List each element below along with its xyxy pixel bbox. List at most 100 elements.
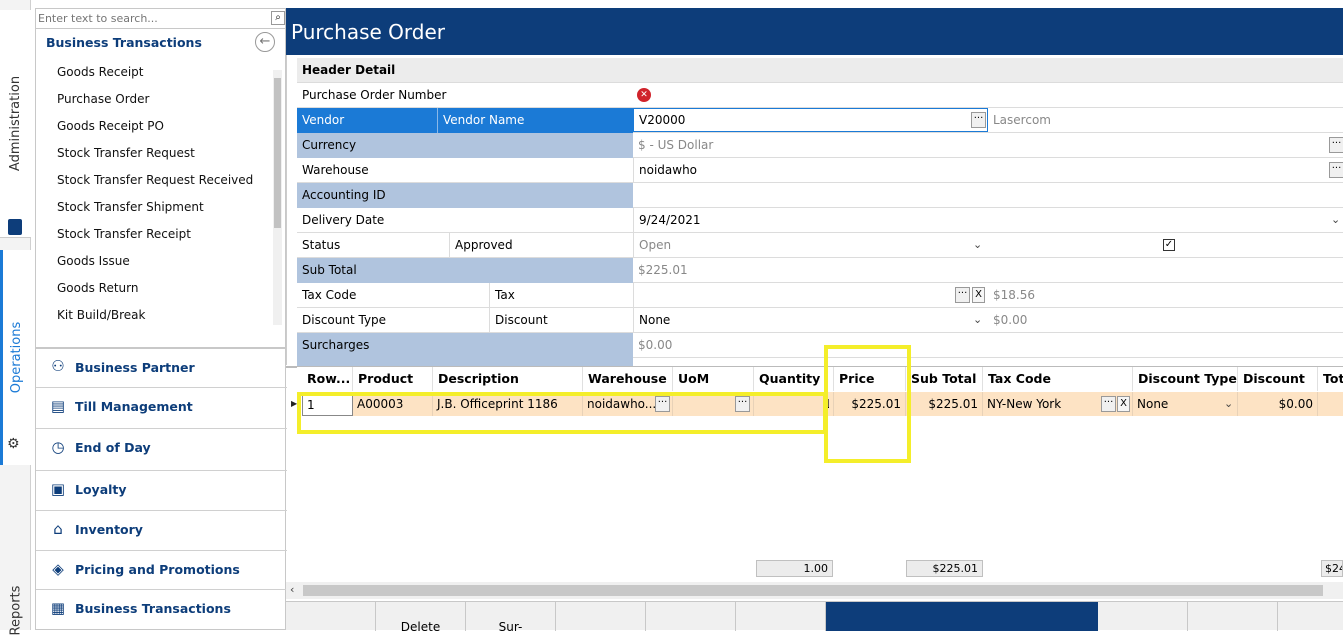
delete-button[interactable]: Delete [376, 602, 466, 634]
subtotal-label: Sub Total [297, 258, 633, 283]
nav-scrollbar[interactable] [273, 70, 282, 325]
discount-label: Discount [489, 308, 633, 333]
section-loyalty[interactable]: ▣ Loyalty [36, 470, 287, 508]
row-subtotal: Sub Total $225.01 [297, 258, 1343, 283]
total-subtotal: $225.01 [906, 560, 983, 577]
primary-action-button[interactable] [826, 602, 1098, 631]
section-label: Pricing and Promotions [75, 562, 240, 577]
status-select[interactable]: Open [633, 233, 988, 258]
surcharges-button[interactable]: Sur- [466, 602, 556, 634]
cell-discount-type[interactable]: None [1133, 392, 1238, 416]
search-input[interactable] [38, 10, 268, 27]
vendor-name-field[interactable]: Lasercom [988, 108, 1051, 133]
section-pricing-and-promotions[interactable]: ◈ Pricing and Promotions [36, 550, 287, 588]
nav-item-goods-return[interactable]: Goods Return [57, 281, 139, 295]
section-end-of-day[interactable]: ◷ End of Day [36, 428, 287, 466]
tab-operations[interactable]: Operations [0, 250, 31, 465]
grid-horizontal-scrollbar[interactable]: ‹ [286, 582, 1343, 599]
header-detail-title: Header Detail [302, 63, 396, 77]
cell-tax-code-clear-button[interactable]: X [1117, 396, 1130, 412]
action-button[interactable] [646, 602, 736, 631]
discount-type-label: Discount Type [302, 313, 387, 327]
col-header-description[interactable]: Description [433, 367, 583, 391]
tax-code-clear-button[interactable]: X [972, 287, 985, 303]
nav-item-goods-receipt-po[interactable]: Goods Receipt PO [57, 119, 164, 133]
currency-field[interactable]: $ - US Dollar [633, 133, 713, 158]
col-header-total[interactable]: Tot [1318, 367, 1343, 391]
tax-code-field[interactable] [633, 283, 988, 308]
subtotal-field: $225.01 [638, 263, 688, 277]
col-header-row[interactable]: Row... [302, 367, 353, 391]
navigation-panel: ⌕ Business Transactions ← Goods Receipt … [35, 8, 287, 630]
nav-item-stock-transfer-receipt[interactable]: Stock Transfer Receipt [57, 227, 191, 241]
col-header-quantity[interactable]: Quantity [754, 367, 834, 391]
nav-item-stock-transfer-request[interactable]: Stock Transfer Request [57, 146, 195, 160]
approved-label: Approved [449, 233, 633, 258]
action-button[interactable] [1278, 602, 1343, 631]
cell-total[interactable] [1318, 392, 1343, 416]
row-currency: Currency $ - US Dollar ··· [297, 133, 1343, 158]
discount-field: $0.00 [993, 313, 1028, 327]
cell-tax-code-lookup-button[interactable]: ··· [1101, 396, 1116, 412]
bottom-action-bar: Delete Sur- [286, 601, 1343, 634]
col-header-warehouse[interactable]: Warehouse [583, 367, 673, 391]
tab-reports[interactable]: Reports [0, 470, 31, 635]
delivery-date-field[interactable]: 9/24/2021 [633, 208, 701, 233]
section-label: Till Management [75, 399, 193, 414]
section-business-transactions[interactable]: ▦ Business Transactions [36, 589, 287, 627]
nav-item-goods-receipt[interactable]: Goods Receipt [57, 65, 143, 79]
tax-code-label: Tax Code [302, 288, 357, 302]
warehouse-lookup-button[interactable]: ··· [1329, 162, 1343, 178]
nav-scrollbar-thumb[interactable] [274, 78, 281, 228]
surcharges-label: Surcharges [297, 333, 633, 358]
tax-code-lookup-button[interactable]: ··· [955, 287, 970, 303]
action-button[interactable] [1098, 602, 1188, 631]
approved-checkbox[interactable]: ✓ [1163, 239, 1175, 251]
tab-administration[interactable]: Administration [0, 10, 31, 238]
section-inventory[interactable]: ⌂ Inventory [36, 510, 287, 548]
nav-item-stock-transfer-shipment[interactable]: Stock Transfer Shipment [57, 200, 204, 214]
tag-icon: ◈ [52, 559, 64, 578]
nav-item-purchase-order[interactable]: Purchase Order [57, 92, 149, 106]
page-title-bar: Purchase Order [286, 8, 1343, 55]
chevron-down-icon[interactable]: ⌄ [1224, 397, 1233, 410]
business-partner-icon: ⚇ [51, 357, 65, 375]
col-header-discount-type[interactable]: Discount Type [1133, 367, 1238, 391]
cell-subtotal[interactable]: $225.01 [906, 392, 983, 416]
search-box: ⌕ [36, 9, 287, 29]
nav-item-stock-transfer-request-received[interactable]: Stock Transfer Request Received [57, 173, 253, 187]
po-number-label: Purchase Order Number [302, 88, 447, 102]
warehouse-field[interactable]: noidawho [633, 158, 697, 183]
warehouse-label: Warehouse [302, 163, 369, 177]
col-header-discount[interactable]: Discount [1238, 367, 1318, 391]
row-vendor: Vendor Vendor Name V20000 ··· Lasercom [297, 108, 1343, 133]
section-till-management[interactable]: ▤ Till Management [36, 387, 287, 425]
cell-discount[interactable]: $0.00 [1238, 392, 1318, 416]
scrollbar-thumb[interactable] [303, 585, 1323, 596]
action-button[interactable] [286, 602, 376, 631]
action-button[interactable] [736, 602, 826, 631]
chevron-down-icon[interactable]: ⌄ [973, 238, 982, 251]
section-business-partner[interactable]: ⚇ Business Partner [36, 347, 287, 385]
tab-reports-label: Reports [8, 585, 23, 635]
col-header-product[interactable]: Product [353, 367, 433, 391]
vendor-lookup-button[interactable]: ··· [971, 112, 986, 128]
chevron-down-icon[interactable]: ⌄ [1331, 213, 1340, 226]
nav-item-goods-issue[interactable]: Goods Issue [57, 254, 130, 268]
search-icon[interactable]: ⌕ [271, 11, 285, 25]
col-header-subtotal[interactable]: Sub Total [906, 367, 983, 391]
error-icon: ✕ [637, 88, 651, 102]
action-button[interactable] [1188, 602, 1278, 631]
col-header-uom[interactable]: UoM [673, 367, 754, 391]
vendor-label: Vendor [297, 108, 437, 133]
currency-lookup-button[interactable]: ··· [1329, 137, 1343, 153]
discount-type-select[interactable]: None [633, 308, 988, 333]
back-arrow-icon[interactable]: ← [255, 32, 275, 52]
vendor-field[interactable]: V20000 [633, 108, 988, 132]
chevron-down-icon[interactable]: ⌄ [973, 313, 982, 326]
scroll-left-arrow-icon[interactable]: ‹ [290, 583, 294, 596]
nav-item-kit-build-break[interactable]: Kit Build/Break [57, 308, 145, 322]
col-header-tax-code[interactable]: Tax Code [983, 367, 1133, 391]
action-button[interactable] [556, 602, 646, 631]
vendor-name-label: Vendor Name [437, 108, 633, 133]
